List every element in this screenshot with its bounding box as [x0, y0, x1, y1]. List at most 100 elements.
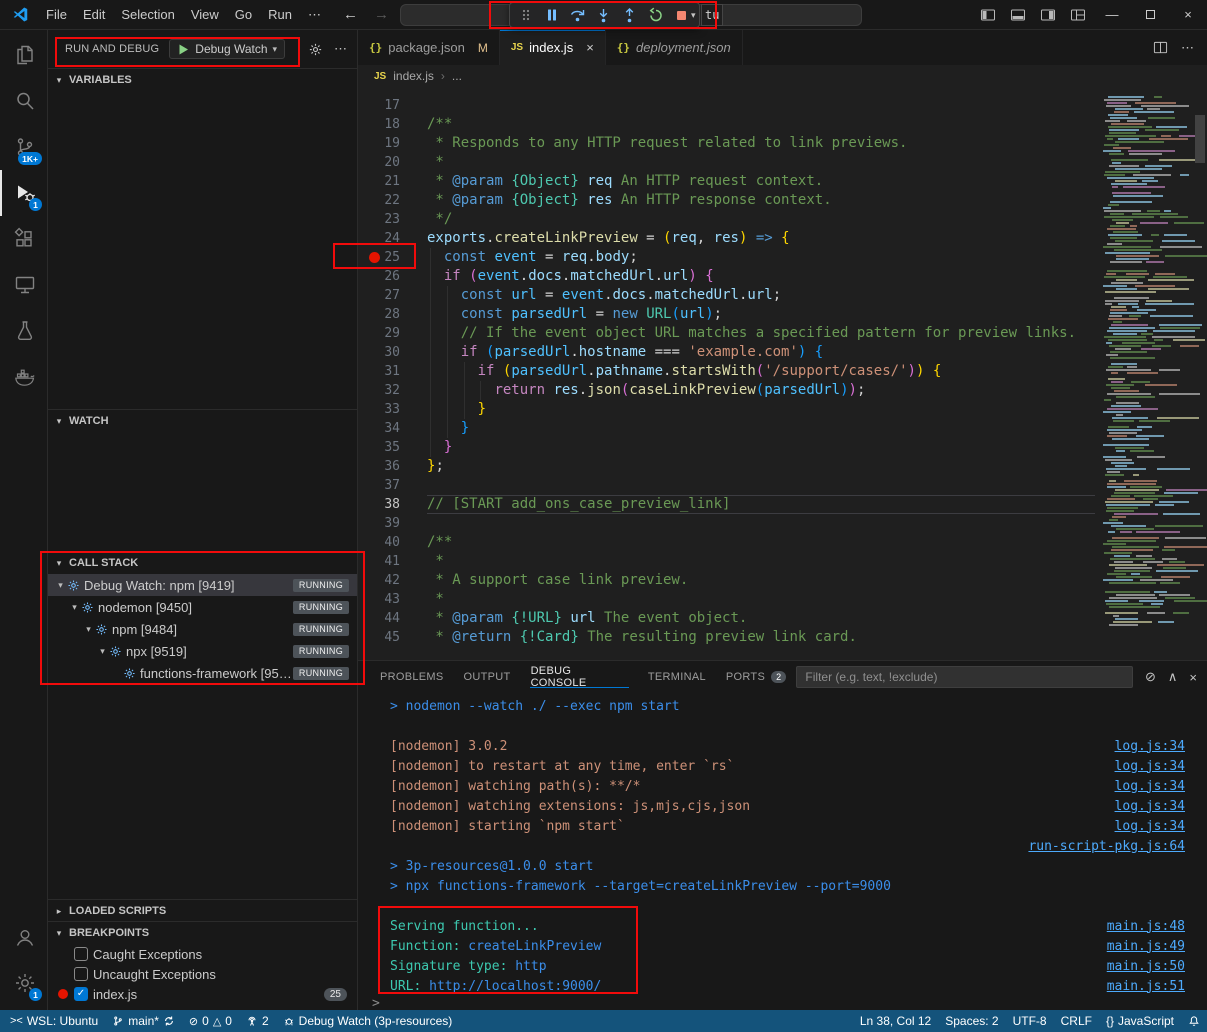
watch-header[interactable]: ▾ WATCH: [48, 410, 357, 432]
gutter[interactable]: 45: [358, 628, 427, 647]
menu-more-icon[interactable]: ⋯: [300, 0, 329, 30]
gutter[interactable]: 17: [358, 96, 427, 115]
gutter[interactable]: 32: [358, 381, 427, 400]
chevron-down-icon[interactable]: ▾: [96, 646, 109, 657]
source-link[interactable]: main.js:48: [1107, 919, 1185, 934]
breakpoint-item[interactable]: ✓index.js25: [48, 984, 357, 1004]
toggle-sidebar-icon[interactable]: [973, 0, 1003, 30]
source-link[interactable]: main.js:50: [1107, 959, 1185, 974]
breadcrumb-symbol[interactable]: ...: [452, 69, 462, 83]
remote-indicator[interactable]: >< WSL: Ubuntu: [0, 1010, 105, 1032]
gutter[interactable]: 38: [358, 495, 427, 514]
breakpoints-header[interactable]: ▾ BREAKPOINTS: [48, 922, 357, 944]
panel-tab-output[interactable]: OUTPUT: [454, 661, 521, 693]
remote-explorer-icon[interactable]: [0, 262, 47, 308]
debug-settings-gear-icon[interactable]: [308, 42, 323, 57]
gutter[interactable]: 18: [358, 115, 427, 134]
drag-handle-icon[interactable]: [513, 4, 538, 26]
extensions-icon[interactable]: [0, 216, 47, 262]
breakpoint-dot[interactable]: [369, 252, 380, 263]
code-line[interactable]: 41 *: [358, 552, 1101, 571]
panel-tab-debug-console[interactable]: DEBUG CONSOLE: [521, 661, 638, 693]
step-into-icon[interactable]: [591, 4, 616, 26]
chevron-down-icon[interactable]: ▾: [68, 602, 81, 613]
clear-console-icon[interactable]: ⊘: [1145, 669, 1156, 685]
tab-deployment-json[interactable]: {} deployment.json: [606, 30, 743, 65]
code-line[interactable]: 45 * @return {!Card} The resulting previ…: [358, 628, 1101, 647]
code-line[interactable]: 42 * A support case link preview.: [358, 571, 1101, 590]
docker-icon[interactable]: [0, 354, 47, 400]
menu-selection[interactable]: Selection: [113, 0, 182, 30]
search-icon[interactable]: [0, 78, 47, 124]
source-link[interactable]: main.js:49: [1107, 939, 1185, 954]
views-more-icon[interactable]: ⋯: [334, 41, 347, 57]
source-link[interactable]: run-script-pkg.js:64: [1028, 839, 1185, 854]
gutter[interactable]: 39: [358, 514, 427, 533]
run-and-debug-icon[interactable]: 1: [0, 170, 47, 216]
cursor-position[interactable]: Ln 38, Col 12: [853, 1010, 938, 1032]
debug-console[interactable]: > nodemon --watch ./ --exec npm start[no…: [358, 693, 1207, 1010]
call-stack-header[interactable]: ▾ CALL STACK: [48, 552, 357, 574]
call-stack-item[interactable]: ▾Debug Watch: npm [9419]RUNNING: [48, 574, 357, 596]
gutter[interactable]: 44: [358, 609, 427, 628]
toggle-panel-icon[interactable]: [1003, 0, 1033, 30]
encoding-status[interactable]: UTF-8: [1006, 1010, 1054, 1032]
breadcrumb-file[interactable]: index.js: [393, 69, 434, 83]
gutter[interactable]: 19: [358, 134, 427, 153]
code-line[interactable]: 20 *: [358, 153, 1101, 172]
panel-tab-problems[interactable]: PROBLEMS: [370, 661, 454, 693]
code-line[interactable]: 43 *: [358, 590, 1101, 609]
gutter[interactable]: 31: [358, 362, 427, 381]
breakpoint-item[interactable]: Uncaught Exceptions: [48, 964, 357, 984]
gutter[interactable]: 42: [358, 571, 427, 590]
accounts-icon[interactable]: [0, 914, 47, 960]
menu-file[interactable]: File: [38, 0, 75, 30]
gutter[interactable]: 26: [358, 267, 427, 286]
close-panel-icon[interactable]: ×: [1189, 670, 1197, 685]
close-tab-icon[interactable]: ×: [586, 40, 594, 55]
language-mode[interactable]: {} JavaScript: [1099, 1010, 1181, 1032]
git-branch-status[interactable]: main*: [105, 1010, 182, 1032]
console-input-prompt[interactable]: >: [358, 996, 1207, 1010]
start-debug-icon[interactable]: [177, 43, 190, 56]
settings-gear-icon[interactable]: 1: [0, 960, 47, 1006]
gutter[interactable]: 25: [358, 248, 427, 267]
menu-run[interactable]: Run: [260, 0, 300, 30]
toggle-secondary-sidebar-icon[interactable]: [1033, 0, 1063, 30]
editor-code-lines[interactable]: 1718/**19 * Responds to any HTTP request…: [358, 87, 1101, 660]
back-arrow-icon[interactable]: ←: [343, 6, 358, 23]
call-stack-item[interactable]: ▾npx [9519]RUNNING: [48, 640, 357, 662]
code-line[interactable]: 36};: [358, 457, 1101, 476]
gutter[interactable]: 41: [358, 552, 427, 571]
forwarded-ports-status[interactable]: 2: [239, 1010, 276, 1032]
step-out-icon[interactable]: [617, 4, 642, 26]
breadcrumb[interactable]: JS index.js › ...: [358, 65, 1207, 87]
code-line[interactable]: 37: [358, 476, 1101, 495]
source-link[interactable]: log.js:34: [1115, 779, 1185, 794]
gutter[interactable]: 43: [358, 590, 427, 609]
source-link[interactable]: log.js:34: [1115, 799, 1185, 814]
tab-package-json[interactable]: {} package.json M: [358, 30, 500, 65]
chevron-down-icon[interactable]: ▾: [82, 624, 95, 635]
maximize-panel-icon[interactable]: ∧: [1168, 669, 1178, 685]
editor-scrollbar[interactable]: [1193, 87, 1207, 660]
code-line[interactable]: 19 * Responds to any HTTP request relate…: [358, 134, 1101, 153]
minimap[interactable]: [1101, 87, 1193, 660]
customize-layout-icon[interactable]: [1063, 0, 1093, 30]
gutter[interactable]: 40: [358, 533, 427, 552]
panel-tab-ports[interactable]: PORTS2: [716, 661, 797, 693]
gutter[interactable]: 21: [358, 172, 427, 191]
chevron-down-icon[interactable]: ▾: [54, 580, 67, 591]
eol-status[interactable]: CRLF: [1054, 1010, 1099, 1032]
code-line[interactable]: 18/**: [358, 115, 1101, 134]
debug-config-picker[interactable]: Debug Watch ▾: [169, 39, 285, 59]
gutter[interactable]: 28: [358, 305, 427, 324]
stop-dropdown-icon[interactable]: ▾: [691, 10, 696, 21]
code-line[interactable]: 33 }: [358, 400, 1101, 419]
explorer-icon[interactable]: [0, 32, 47, 78]
source-link[interactable]: log.js:34: [1115, 819, 1185, 834]
problems-status[interactable]: ⊘ 0 △ 0: [182, 1010, 239, 1032]
loaded-scripts-header[interactable]: ▸ LOADED SCRIPTS: [48, 900, 357, 921]
code-line[interactable]: 38// [START add_ons_case_preview_link]: [358, 495, 1101, 514]
gutter[interactable]: 37: [358, 476, 427, 495]
